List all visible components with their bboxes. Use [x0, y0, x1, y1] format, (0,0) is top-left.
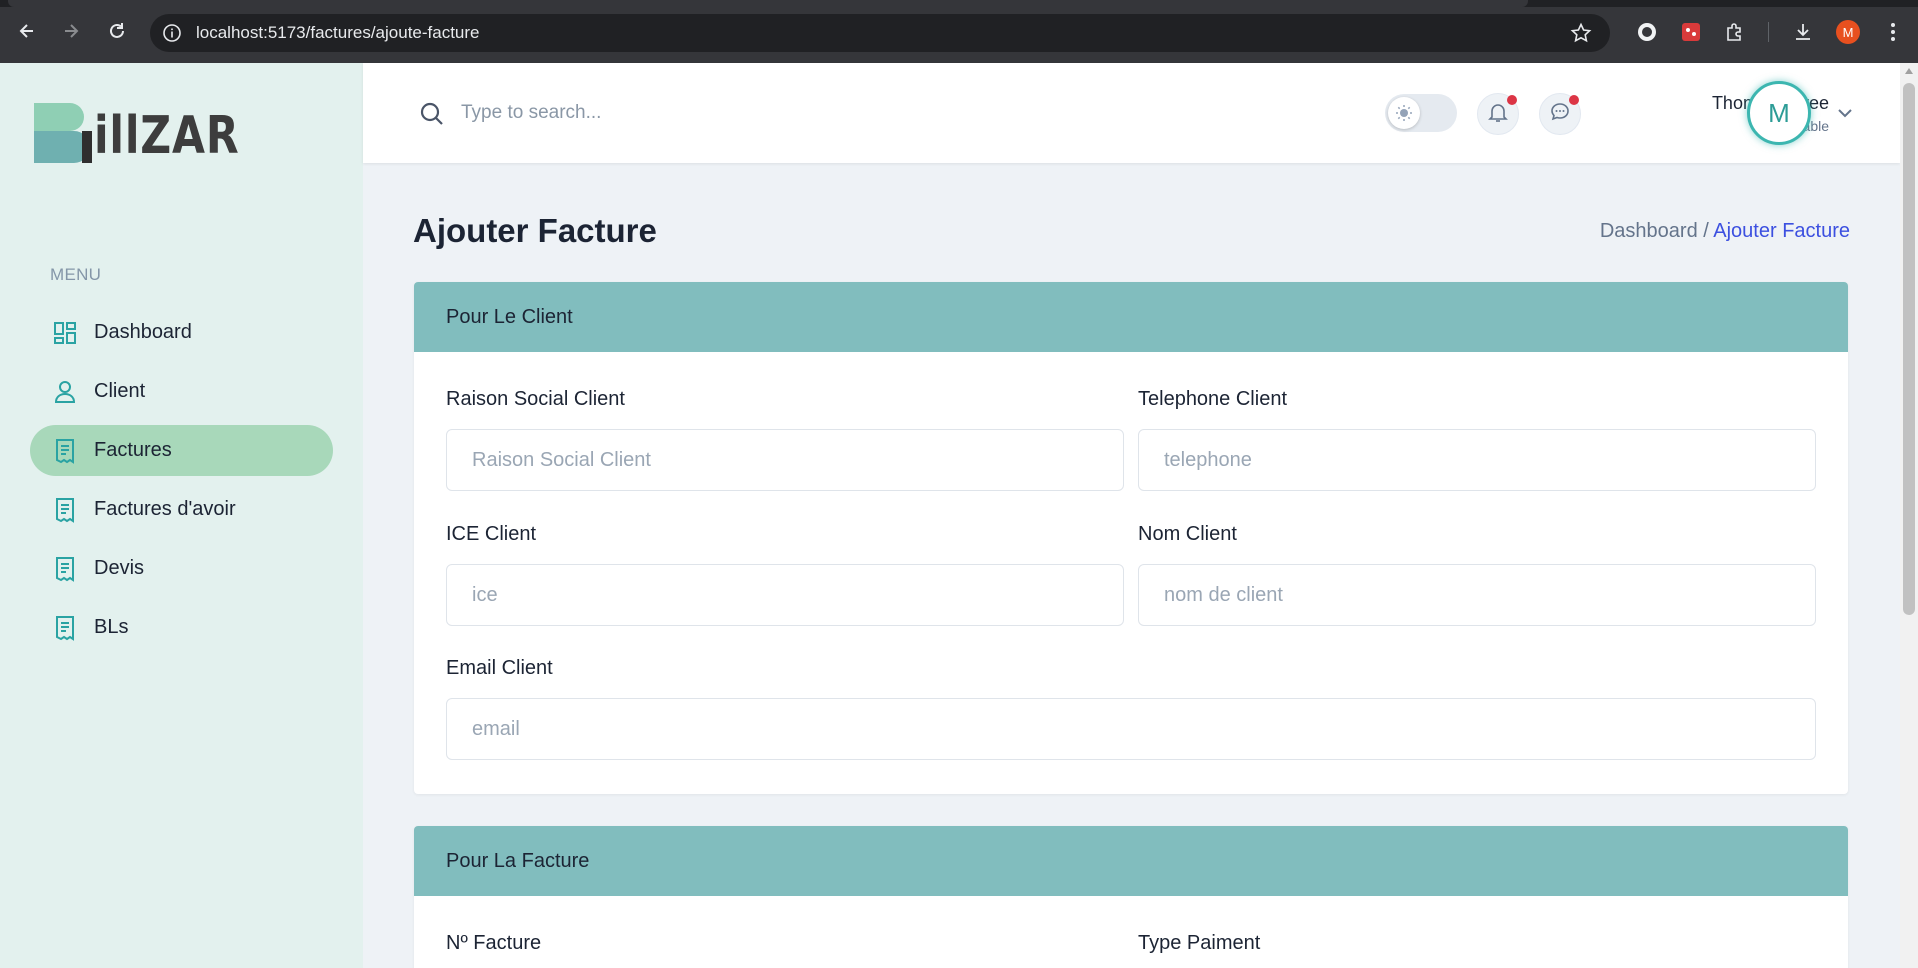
field-label: Email Client: [446, 657, 553, 679]
sidebar-item-label: Client: [94, 380, 146, 402]
tab-strip: [0, 0, 1918, 7]
chat-icon: [1549, 101, 1571, 127]
sun-icon: [1388, 97, 1420, 129]
raison-social-field: Raison Social Client: [446, 388, 1124, 491]
ice-input[interactable]: [446, 564, 1124, 626]
extensions-puzzle-icon[interactable]: [1722, 19, 1748, 45]
page-scrollbar[interactable]: [1900, 63, 1918, 968]
breadcrumb-dashboard[interactable]: Dashboard /: [1600, 220, 1709, 242]
address-bar[interactable]: localhost:5173/factures/ajoute-facture: [150, 14, 1610, 52]
raison-social-input[interactable]: [446, 429, 1124, 491]
field-label: Type Paiment: [1138, 932, 1261, 954]
chevron-down-icon[interactable]: [1833, 101, 1857, 125]
telephone-input[interactable]: [1138, 429, 1816, 491]
sidebar-menu: Dashboard Client Factures Factures d'avo…: [30, 307, 333, 661]
receipt-icon: [52, 438, 78, 464]
theme-toggle[interactable]: [1385, 94, 1457, 132]
logo-text: illZAR: [94, 106, 240, 166]
sidebar-item-bls[interactable]: BLs: [30, 602, 333, 653]
section-title: Pour Le Client: [414, 282, 1848, 352]
menu-title: MENU: [50, 265, 102, 284]
scrollbar-thumb[interactable]: [1903, 83, 1915, 615]
email-input[interactable]: [446, 698, 1816, 760]
sidebar-item-label: BLs: [94, 616, 129, 638]
back-icon[interactable]: [12, 16, 42, 46]
notifications-button[interactable]: [1477, 93, 1519, 135]
sidebar-item-devis[interactable]: Devis: [30, 543, 333, 594]
sidebar-item-client[interactable]: Client: [30, 366, 333, 417]
receipt-icon: [52, 497, 78, 523]
url-text: localhost:5173/factures/ajoute-facture: [196, 23, 480, 42]
sidebar-item-label: Dashboard: [94, 321, 192, 343]
user-icon: [52, 379, 78, 405]
receipt-icon: [52, 615, 78, 641]
download-icon[interactable]: [1790, 19, 1816, 45]
browser-toolbar: localhost:5173/factures/ajoute-facture M: [0, 0, 1918, 63]
profile-avatar[interactable]: M: [1836, 20, 1860, 44]
breadcrumb-current: Ajouter Facture: [1713, 220, 1850, 242]
messages-button[interactable]: [1539, 93, 1581, 135]
reload-icon[interactable]: [102, 16, 132, 46]
page-title: Ajouter Facture: [413, 212, 657, 249]
field-label: Nº Facture: [446, 932, 542, 954]
user-avatar[interactable]: M: [1747, 81, 1811, 145]
scroll-up-arrow[interactable]: [1905, 68, 1913, 74]
receipt-icon: [52, 556, 78, 582]
extension-red-icon[interactable]: [1678, 19, 1704, 45]
breadcrumb: Dashboard / Ajouter Facture: [1600, 220, 1850, 243]
more-menu-icon[interactable]: [1880, 19, 1906, 45]
notification-badge: [1507, 95, 1517, 105]
dashboard-icon: [52, 320, 78, 346]
forward-icon[interactable]: [56, 16, 86, 46]
site-info-icon[interactable]: [162, 23, 182, 43]
search-icon[interactable]: [419, 101, 445, 127]
sidebar: illZAR MENU Dashboard Client Factures Fa…: [0, 63, 363, 968]
ice-field: ICE Client: [446, 523, 1124, 626]
sidebar-item-label: Factures: [94, 439, 172, 461]
field-label: Telephone Client: [1138, 388, 1287, 410]
search-input[interactable]: [461, 97, 861, 129]
client-section: Pour Le Client Raison Social Client Tele…: [414, 282, 1848, 794]
telephone-field: Telephone Client: [1138, 388, 1816, 491]
nom-input[interactable]: [1138, 564, 1816, 626]
field-label: Nom Client: [1138, 523, 1237, 545]
facture-section: Pour La Facture Nº Facture Type Paiment: [414, 826, 1848, 968]
type-paiment-field: Type Paiment: [1138, 932, 1816, 955]
sidebar-item-label: Factures d'avoir: [94, 498, 236, 520]
email-field: Email Client: [446, 657, 1816, 760]
section-title: Pour La Facture: [414, 826, 1848, 896]
top-header: Thomas Anree comptable M: [363, 63, 1900, 163]
nom-field: Nom Client: [1138, 523, 1816, 626]
sidebar-item-factures-avoir[interactable]: Factures d'avoir: [30, 484, 333, 535]
bookmark-star-icon[interactable]: [1570, 22, 1592, 44]
field-label: ICE Client: [446, 523, 537, 545]
message-badge: [1569, 95, 1579, 105]
sidebar-item-label: Devis: [94, 557, 145, 579]
numero-facture-field: Nº Facture: [446, 932, 1124, 955]
billzar-logo[interactable]: illZAR: [32, 101, 239, 165]
bell-icon: [1487, 101, 1509, 127]
sidebar-item-dashboard[interactable]: Dashboard: [30, 307, 333, 358]
sidebar-item-factures[interactable]: Factures: [30, 425, 333, 476]
field-label: Raison Social Client: [446, 388, 625, 410]
extension-icon[interactable]: [1634, 19, 1660, 45]
